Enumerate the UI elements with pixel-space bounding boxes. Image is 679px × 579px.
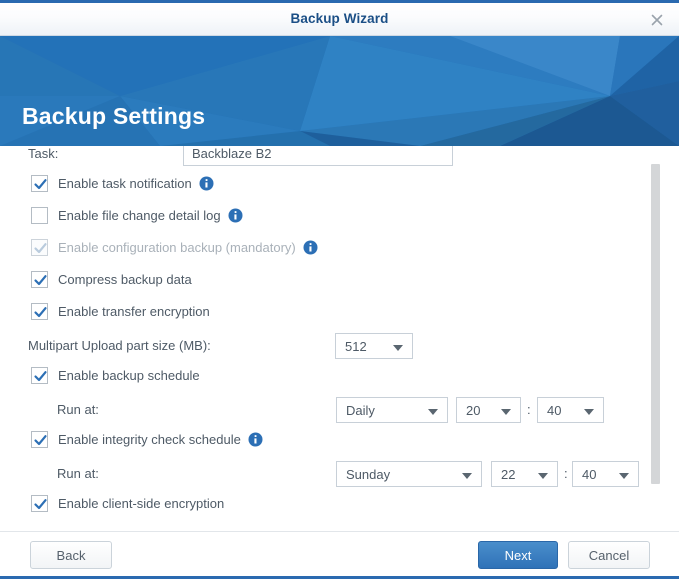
enable-configuration-backup-row: Enable configuration backup (mandatory) <box>0 234 679 266</box>
enable-file-change-detail-log-checkbox[interactable]: Enable file change detail log <box>31 207 243 224</box>
checkbox-label: Enable integrity check schedule <box>58 432 241 447</box>
checkbox-label: Enable task notification <box>58 176 192 191</box>
multipart-upload-label: Multipart Upload part size (MB): <box>28 338 211 353</box>
checkbox-label: Enable file change detail log <box>58 208 221 223</box>
next-button[interactable]: Next <box>478 541 558 569</box>
chevron-down-icon <box>428 409 438 415</box>
checkbox-label: Enable configuration backup (mandatory) <box>58 240 296 255</box>
chevron-down-icon <box>462 473 472 479</box>
enable-integrity-check-schedule-checkbox[interactable]: Enable integrity check schedule <box>31 431 263 448</box>
page-title: Backup Settings <box>22 103 205 130</box>
checkbox-box <box>31 495 48 512</box>
backup-run-at-row: Run at: Daily 20 : 40 <box>0 394 679 426</box>
backup-time-separator: : <box>527 402 531 417</box>
backup-minute-value: 40 <box>547 403 561 418</box>
checkbox-box <box>31 239 48 256</box>
enable-task-notification-checkbox[interactable]: Enable task notification <box>31 175 214 192</box>
backup-frequency-select[interactable]: Daily <box>336 397 448 423</box>
window-title: Backup Wizard <box>0 11 679 26</box>
info-icon[interactable] <box>228 208 243 223</box>
enable-client-side-encryption-checkbox[interactable]: Enable client-side encryption <box>31 495 224 512</box>
close-icon[interactable] <box>647 10 667 30</box>
task-input[interactable] <box>183 146 453 166</box>
title-bar: Backup Wizard <box>0 3 679 36</box>
backup-run-at-label: Run at: <box>57 402 99 417</box>
enable-configuration-backup-checkbox: Enable configuration backup (mandatory) <box>31 239 318 256</box>
task-row: Task: <box>0 146 679 170</box>
integrity-minute-select[interactable]: 40 <box>572 461 639 487</box>
multipart-size-select[interactable]: 512 <box>335 333 413 359</box>
integrity-run-at-row: Run at: Sunday 22 : 40 <box>0 458 679 490</box>
checkbox-box <box>31 303 48 320</box>
backup-hour-select[interactable]: 20 <box>456 397 521 423</box>
enable-transfer-encryption-checkbox[interactable]: Enable transfer encryption <box>31 303 210 320</box>
backup-wizard-window: Backup Wizard Bac <box>0 0 679 579</box>
backup-hour-value: 20 <box>466 403 480 418</box>
integrity-hour-select[interactable]: 22 <box>491 461 558 487</box>
settings-form: Task: Enable task notification <box>0 146 679 531</box>
enable-integrity-check-schedule-row: Enable integrity check schedule <box>0 426 679 458</box>
cancel-button[interactable]: Cancel <box>568 541 650 569</box>
chevron-down-icon <box>584 409 594 415</box>
dialog-footer: Back Next Cancel <box>0 531 679 578</box>
chevron-down-icon <box>619 473 629 479</box>
compress-backup-data-checkbox[interactable]: Compress backup data <box>31 271 192 288</box>
checkbox-label: Enable client-side encryption <box>58 496 224 511</box>
integrity-hour-value: 22 <box>501 467 515 482</box>
task-label: Task: <box>28 146 58 161</box>
enable-client-side-encryption-row: Enable client-side encryption <box>0 490 679 522</box>
header-banner: Backup Settings <box>0 36 679 146</box>
backup-frequency-value: Daily <box>346 403 375 418</box>
integrity-run-at-label: Run at: <box>57 466 99 481</box>
compress-backup-data-row: Compress backup data <box>0 266 679 298</box>
checkbox-box <box>31 207 48 224</box>
enable-backup-schedule-checkbox[interactable]: Enable backup schedule <box>31 367 200 384</box>
chevron-down-icon <box>393 345 403 351</box>
enable-backup-schedule-row: Enable backup schedule <box>0 362 679 394</box>
enable-task-notification-row: Enable task notification <box>0 170 679 202</box>
multipart-upload-row: Multipart Upload part size (MB): 512 <box>0 330 679 362</box>
enable-transfer-encryption-row: Enable transfer encryption <box>0 298 679 330</box>
enable-file-change-detail-log-row: Enable file change detail log <box>0 202 679 234</box>
integrity-frequency-select[interactable]: Sunday <box>336 461 482 487</box>
info-icon[interactable] <box>303 240 318 255</box>
checkbox-box <box>31 431 48 448</box>
chevron-down-icon <box>501 409 511 415</box>
checkbox-label: Enable backup schedule <box>58 368 200 383</box>
integrity-minute-value: 40 <box>582 467 596 482</box>
backup-minute-select[interactable]: 40 <box>537 397 604 423</box>
content-scrollbar[interactable] <box>651 164 660 484</box>
integrity-time-separator: : <box>564 466 568 481</box>
info-icon[interactable] <box>248 432 263 447</box>
checkbox-label: Enable transfer encryption <box>58 304 210 319</box>
checkbox-box <box>31 271 48 288</box>
multipart-size-value: 512 <box>345 339 367 354</box>
chevron-down-icon <box>538 473 548 479</box>
integrity-frequency-value: Sunday <box>346 467 390 482</box>
checkbox-label: Compress backup data <box>58 272 192 287</box>
back-button[interactable]: Back <box>30 541 112 569</box>
checkbox-box <box>31 175 48 192</box>
info-icon[interactable] <box>199 176 214 191</box>
checkbox-box <box>31 367 48 384</box>
